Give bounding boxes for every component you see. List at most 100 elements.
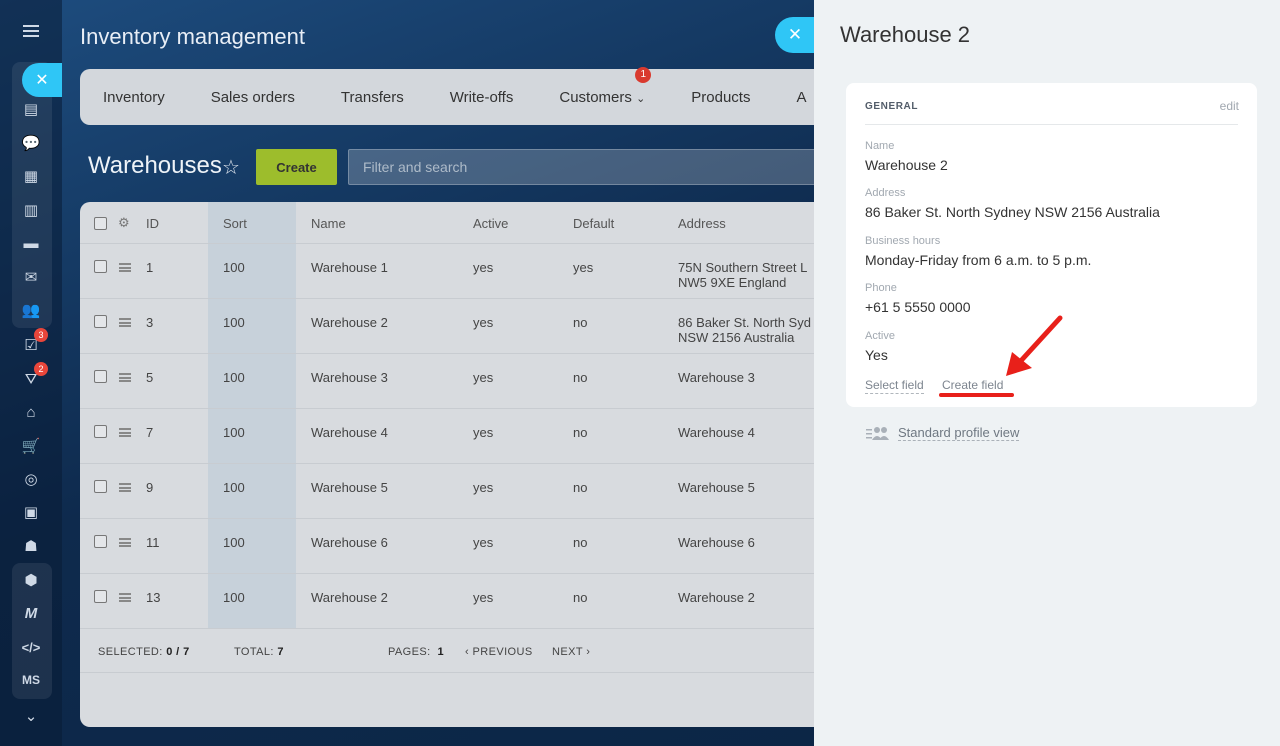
tab-products[interactable]: Products xyxy=(691,89,750,106)
feed-icon[interactable]: ▤ xyxy=(16,96,46,122)
gear-icon[interactable]: ⚙ xyxy=(118,215,130,231)
section-title: GENERAL xyxy=(865,101,919,112)
annotation-underline xyxy=(939,393,1014,397)
more-icon[interactable]: ⌄ xyxy=(16,703,46,729)
cell-address: Warehouse 3 xyxy=(678,370,755,385)
selected-value: 0 / 7 xyxy=(166,646,190,658)
field-value-business-hours: Monday-Friday from 6 a.m. to 5 p.m. xyxy=(865,252,1092,268)
cell-sort: 100 xyxy=(223,425,245,440)
filter-icon[interactable]: ⛛ 2 xyxy=(16,362,48,392)
tab-label: Products xyxy=(691,88,751,106)
column-header-address[interactable]: Address xyxy=(678,216,726,231)
bank-icon[interactable]: ⌂ xyxy=(16,399,46,425)
star-icon[interactable]: ☆ xyxy=(222,155,240,180)
robot-icon[interactable]: ☗ xyxy=(16,533,46,559)
menu-icon[interactable] xyxy=(16,18,46,44)
document-icon[interactable]: ▥ xyxy=(16,197,46,223)
drag-handle-icon[interactable] xyxy=(119,483,131,492)
left-menu: ▤ 💬 ▦ ▥ ▬ ✉ 👥 ☑ 3 ⛛ 2 ⌂ 🛒 ◎ ▣ ☗ ⬢ M </> MS… xyxy=(0,0,62,746)
cell-default: no xyxy=(573,425,588,440)
column-header-sort[interactable]: Sort xyxy=(223,216,247,231)
cell-active: yes xyxy=(473,315,494,330)
cell-sort: 100 xyxy=(223,315,245,330)
cell-name: Warehouse 2 xyxy=(311,590,388,605)
row-checkbox[interactable] xyxy=(94,315,107,328)
tasks-icon[interactable]: ☑ 3 xyxy=(16,328,48,358)
field-label-active: Active xyxy=(865,330,895,342)
tab-sales-orders[interactable]: Sales orders xyxy=(211,89,295,106)
drag-handle-icon[interactable] xyxy=(119,263,131,272)
cell-address: Warehouse 2 xyxy=(678,590,755,605)
row-checkbox[interactable] xyxy=(94,425,107,438)
cell-id: 9 xyxy=(146,480,154,495)
box-icon[interactable]: ⬢ xyxy=(16,567,46,593)
row-checkbox[interactable] xyxy=(94,370,107,383)
next-button[interactable]: NEXT › xyxy=(552,646,590,658)
cart-icon[interactable]: 🛒 xyxy=(16,433,46,459)
total-value: 7 xyxy=(277,646,284,658)
tab-label: Customers xyxy=(559,88,632,106)
table-row[interactable]: 13 100 Warehouse 2 yes no Warehouse 2 xyxy=(80,574,840,629)
close-panel-button[interactable]: ✕ xyxy=(775,17,815,53)
calendar-icon[interactable]: ▦ xyxy=(16,163,46,189)
row-checkbox[interactable] xyxy=(94,480,107,493)
cell-sort: 100 xyxy=(223,480,245,495)
tab-more[interactable]: A xyxy=(796,89,806,106)
contacts-icon[interactable]: 👥 xyxy=(16,297,46,323)
tab-customers[interactable]: Customers ⌄ 1 xyxy=(559,66,652,106)
chat-icon[interactable]: 💬 xyxy=(16,130,46,156)
drag-handle-icon[interactable] xyxy=(119,538,131,547)
select-field-link[interactable]: Select field xyxy=(865,378,924,394)
cell-default: no xyxy=(573,590,588,605)
drag-handle-icon[interactable] xyxy=(119,318,131,327)
column-header-id[interactable]: ID xyxy=(146,216,159,231)
tab-label: A xyxy=(796,88,807,106)
contact-card-icon[interactable]: ▣ xyxy=(16,499,46,525)
cell-sort: 100 xyxy=(223,590,245,605)
table-row[interactable]: 11 100 Warehouse 6 yes no Warehouse 6 xyxy=(80,519,840,574)
drag-handle-icon[interactable] xyxy=(119,593,131,602)
tab-inventory[interactable]: Inventory xyxy=(103,89,165,106)
column-header-name[interactable]: Name xyxy=(311,216,346,231)
selected-label: SELECTED: xyxy=(98,646,163,658)
left-close-icon[interactable]: ✕ xyxy=(22,63,62,97)
filter-badge: 2 xyxy=(34,362,48,376)
drag-handle-icon[interactable] xyxy=(119,373,131,382)
cell-default: yes xyxy=(573,260,594,275)
market-icon[interactable]: M xyxy=(16,600,46,626)
cell-default: no xyxy=(573,535,588,550)
drag-handle-icon[interactable] xyxy=(119,428,131,437)
pages-value: 1 xyxy=(437,646,444,658)
cell-name: Warehouse 5 xyxy=(311,480,388,495)
edit-link[interactable]: edit xyxy=(1220,99,1239,113)
table-row[interactable]: 1 100 Warehouse 1 yes yes 75N Southern Street… xyxy=(80,244,840,299)
pages-label: PAGES: xyxy=(388,646,431,658)
previous-button[interactable]: ‹ PREVIOUS xyxy=(465,646,533,658)
tab-transfers[interactable]: Transfers xyxy=(341,89,404,106)
filter-search-input[interactable]: Filter and search xyxy=(348,149,828,185)
cell-id: 7 xyxy=(146,425,154,440)
cell-active: yes xyxy=(473,260,494,275)
developer-icon[interactable]: </> xyxy=(16,634,46,660)
create-button[interactable]: Create xyxy=(256,149,337,185)
mail-icon[interactable]: ✉ xyxy=(16,264,46,290)
target-icon[interactable]: ◎ xyxy=(16,466,46,492)
cell-active: yes xyxy=(473,535,494,550)
drive-icon[interactable]: ▬ xyxy=(16,230,46,256)
column-header-default[interactable]: Default xyxy=(573,216,614,231)
row-checkbox[interactable] xyxy=(94,260,107,273)
row-checkbox[interactable] xyxy=(94,535,107,548)
select-all-checkbox[interactable] xyxy=(94,217,107,230)
ms-label[interactable]: MS xyxy=(16,667,46,693)
table-row[interactable]: 3 100 Warehouse 2 yes no 86 Baker St. North S… xyxy=(80,299,840,354)
standard-profile-view-link[interactable]: Standard profile view xyxy=(866,425,1020,441)
standard-profile-view-label: Standard profile view xyxy=(898,425,1020,441)
tab-write-offs[interactable]: Write-offs xyxy=(450,89,514,106)
table-row[interactable]: 5 100 Warehouse 3 yes no Warehouse 3 xyxy=(80,354,840,409)
row-checkbox[interactable] xyxy=(94,590,107,603)
create-field-link[interactable]: Create field xyxy=(942,378,1004,394)
column-header-active[interactable]: Active xyxy=(473,216,508,231)
cell-sort: 100 xyxy=(223,260,245,275)
table-row[interactable]: 7 100 Warehouse 4 yes no Warehouse 4 xyxy=(80,409,840,464)
table-row[interactable]: 9 100 Warehouse 5 yes no Warehouse 5 xyxy=(80,464,840,519)
